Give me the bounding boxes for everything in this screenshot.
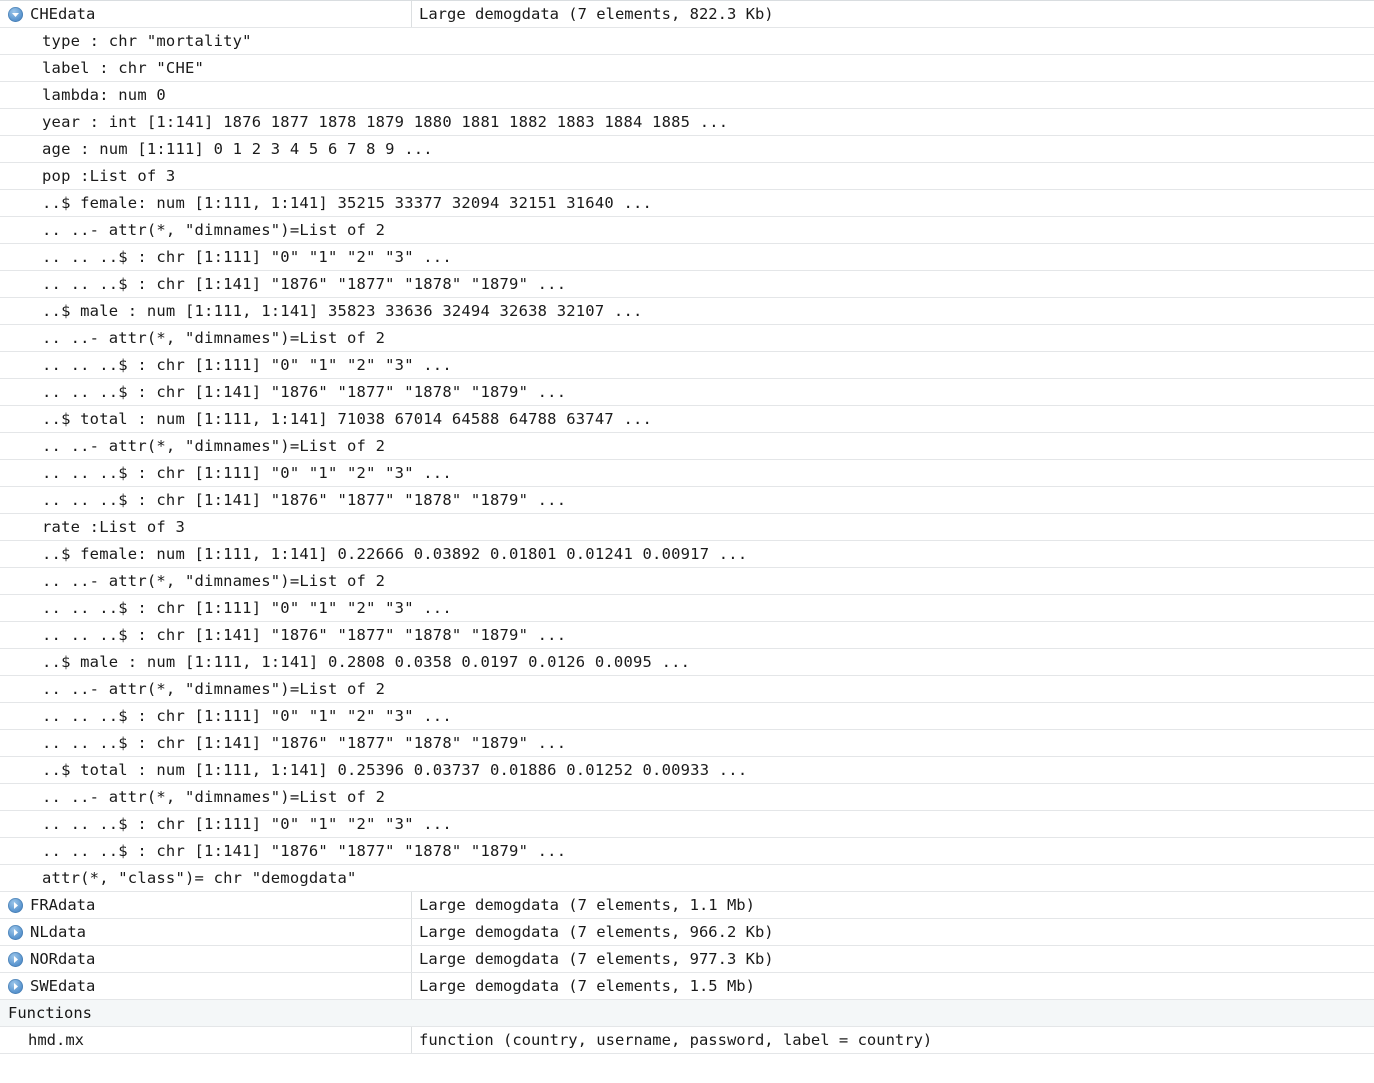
structure-line: pop :List of 3: [42, 167, 176, 185]
structure-line: .. .. ..$ : chr [1:141] "1876" "1877" "1…: [42, 842, 567, 860]
environment-detail-row: .. .. ..$ : chr [1:111] "0" "1" "2" "3" …: [0, 811, 1374, 838]
object-value: Large demogdata (7 elements, 822.3 Kb): [411, 1, 1374, 27]
environment-object-row[interactable]: SWEdata Large demogdata (7 elements, 1.5 …: [0, 973, 1374, 1000]
structure-line: .. .. ..$ : chr [1:111] "0" "1" "2" "3" …: [42, 464, 452, 482]
environment-detail-row: ..$ total : num [1:111, 1:141] 71038 670…: [0, 406, 1374, 433]
environment-detail-row: .. .. ..$ : chr [1:111] "0" "1" "2" "3" …: [0, 703, 1374, 730]
structure-line: label : chr "CHE": [42, 59, 205, 77]
structure-line: ..$ male : num [1:111, 1:141] 0.2808 0.0…: [42, 653, 691, 671]
structure-line: .. .. ..$ : chr [1:111] "0" "1" "2" "3" …: [42, 815, 452, 833]
environment-detail-row: ..$ female: num [1:111, 1:141] 35215 333…: [0, 190, 1374, 217]
structure-line: .. .. ..$ : chr [1:141] "1876" "1877" "1…: [42, 383, 567, 401]
environment-section-header[interactable]: Functions: [0, 1000, 1374, 1027]
object-value: Large demogdata (7 elements, 977.3 Kb): [411, 946, 1374, 972]
structure-line: .. ..- attr(*, "dimnames")=List of 2: [42, 329, 386, 347]
structure-line: .. .. ..$ : chr [1:141] "1876" "1877" "1…: [42, 491, 567, 509]
object-value: Large demogdata (7 elements, 966.2 Kb): [411, 919, 1374, 945]
structure-line: .. .. ..$ : chr [1:111] "0" "1" "2" "3" …: [42, 599, 452, 617]
structure-line: .. ..- attr(*, "dimnames")=List of 2: [42, 437, 386, 455]
environment-detail-row: .. .. ..$ : chr [1:141] "1876" "1877" "1…: [0, 271, 1374, 298]
environment-detail-row: .. ..- attr(*, "dimnames")=List of 2: [0, 784, 1374, 811]
environment-detail-row: attr(*, "class")= chr "demogdata": [0, 865, 1374, 892]
structure-line: .. .. ..$ : chr [1:111] "0" "1" "2" "3" …: [42, 248, 452, 266]
environment-detail-row: type : chr "mortality": [0, 28, 1374, 55]
object-name: SWEdata: [30, 977, 96, 995]
structure-line: lambda: num 0: [42, 86, 166, 104]
environment-detail-row: year : int [1:141] 1876 1877 1878 1879 1…: [0, 109, 1374, 136]
object-name: CHEdata: [30, 5, 96, 23]
environment-object-row[interactable]: CHEdata Large demogdata (7 elements, 822.…: [0, 1, 1374, 28]
structure-line: rate :List of 3: [42, 518, 185, 536]
object-name: hmd.mx: [28, 1031, 84, 1049]
environment-detail-row: .. .. ..$ : chr [1:141] "1876" "1877" "1…: [0, 838, 1374, 865]
object-name: FRAdata: [30, 896, 96, 914]
structure-line: type : chr "mortality": [42, 32, 252, 50]
section-label: Functions: [8, 1004, 92, 1022]
structure-line: age : num [1:111] 0 1 2 3 4 5 6 7 8 9 ..…: [42, 140, 433, 158]
environment-detail-row: ..$ female: num [1:111, 1:141] 0.22666 0…: [0, 541, 1374, 568]
environment-pane: CHEdata Large demogdata (7 elements, 822.…: [0, 0, 1374, 1083]
object-name: NLdata: [30, 923, 86, 941]
structure-line: ..$ female: num [1:111, 1:141] 0.22666 0…: [42, 545, 748, 563]
environment-object-row[interactable]: FRAdata Large demogdata (7 elements, 1.1 …: [0, 892, 1374, 919]
environment-function-row[interactable]: hmd.mx function (country, username, passw…: [0, 1027, 1374, 1054]
structure-line: .. ..- attr(*, "dimnames")=List of 2: [42, 788, 386, 806]
environment-detail-row: label : chr "CHE": [0, 55, 1374, 82]
structure-line: .. .. ..$ : chr [1:141] "1876" "1877" "1…: [42, 275, 567, 293]
environment-detail-row: ..$ male : num [1:111, 1:141] 35823 3363…: [0, 298, 1374, 325]
structure-line: .. .. ..$ : chr [1:111] "0" "1" "2" "3" …: [42, 707, 452, 725]
structure-line: ..$ female: num [1:111, 1:141] 35215 333…: [42, 194, 653, 212]
environment-detail-row: rate :List of 3: [0, 514, 1374, 541]
environment-detail-row: .. .. ..$ : chr [1:141] "1876" "1877" "1…: [0, 379, 1374, 406]
environment-detail-row: .. ..- attr(*, "dimnames")=List of 2: [0, 568, 1374, 595]
environment-detail-row: .. .. ..$ : chr [1:111] "0" "1" "2" "3" …: [0, 595, 1374, 622]
environment-detail-row: .. .. ..$ : chr [1:141] "1876" "1877" "1…: [0, 730, 1374, 757]
structure-line: year : int [1:141] 1876 1877 1878 1879 1…: [42, 113, 729, 131]
environment-detail-row: ..$ total : num [1:111, 1:141] 0.25396 0…: [0, 757, 1374, 784]
environment-detail-row: .. .. ..$ : chr [1:141] "1876" "1877" "1…: [0, 487, 1374, 514]
object-value: Large demogdata (7 elements, 1.1 Mb): [411, 892, 1374, 918]
object-name: NORdata: [30, 950, 96, 968]
environment-detail-row: .. ..- attr(*, "dimnames")=List of 2: [0, 325, 1374, 352]
structure-line: ..$ male : num [1:111, 1:141] 35823 3363…: [42, 302, 643, 320]
environment-detail-row: .. .. ..$ : chr [1:111] "0" "1" "2" "3" …: [0, 460, 1374, 487]
environment-detail-row: ..$ male : num [1:111, 1:141] 0.2808 0.0…: [0, 649, 1374, 676]
structure-line: attr(*, "class")= chr "demogdata": [42, 869, 357, 887]
environment-object-row[interactable]: NLdata Large demogdata (7 elements, 966.2…: [0, 919, 1374, 946]
structure-line: ..$ total : num [1:111, 1:141] 0.25396 0…: [42, 761, 748, 779]
environment-detail-row: .. ..- attr(*, "dimnames")=List of 2: [0, 217, 1374, 244]
structure-line: .. ..- attr(*, "dimnames")=List of 2: [42, 680, 386, 698]
structure-line: .. .. ..$ : chr [1:111] "0" "1" "2" "3" …: [42, 356, 452, 374]
environment-detail-row: age : num [1:111] 0 1 2 3 4 5 6 7 8 9 ..…: [0, 136, 1374, 163]
environment-detail-row: lambda: num 0: [0, 82, 1374, 109]
structure-line: .. .. ..$ : chr [1:141] "1876" "1877" "1…: [42, 734, 567, 752]
structure-line: .. .. ..$ : chr [1:141] "1876" "1877" "1…: [42, 626, 567, 644]
object-value: Large demogdata (7 elements, 1.5 Mb): [411, 973, 1374, 999]
structure-line: ..$ total : num [1:111, 1:141] 71038 670…: [42, 410, 653, 428]
structure-line: .. ..- attr(*, "dimnames")=List of 2: [42, 221, 386, 239]
environment-detail-row: pop :List of 3: [0, 163, 1374, 190]
environment-detail-row: .. .. ..$ : chr [1:141] "1876" "1877" "1…: [0, 622, 1374, 649]
structure-line: .. ..- attr(*, "dimnames")=List of 2: [42, 572, 386, 590]
environment-detail-row: .. ..- attr(*, "dimnames")=List of 2: [0, 676, 1374, 703]
object-value: function (country, username, password, l…: [411, 1027, 1374, 1053]
environment-detail-row: .. .. ..$ : chr [1:111] "0" "1" "2" "3" …: [0, 244, 1374, 271]
environment-object-row[interactable]: NORdata Large demogdata (7 elements, 977.…: [0, 946, 1374, 973]
environment-detail-row: .. .. ..$ : chr [1:111] "0" "1" "2" "3" …: [0, 352, 1374, 379]
environment-detail-row: .. ..- attr(*, "dimnames")=List of 2: [0, 433, 1374, 460]
